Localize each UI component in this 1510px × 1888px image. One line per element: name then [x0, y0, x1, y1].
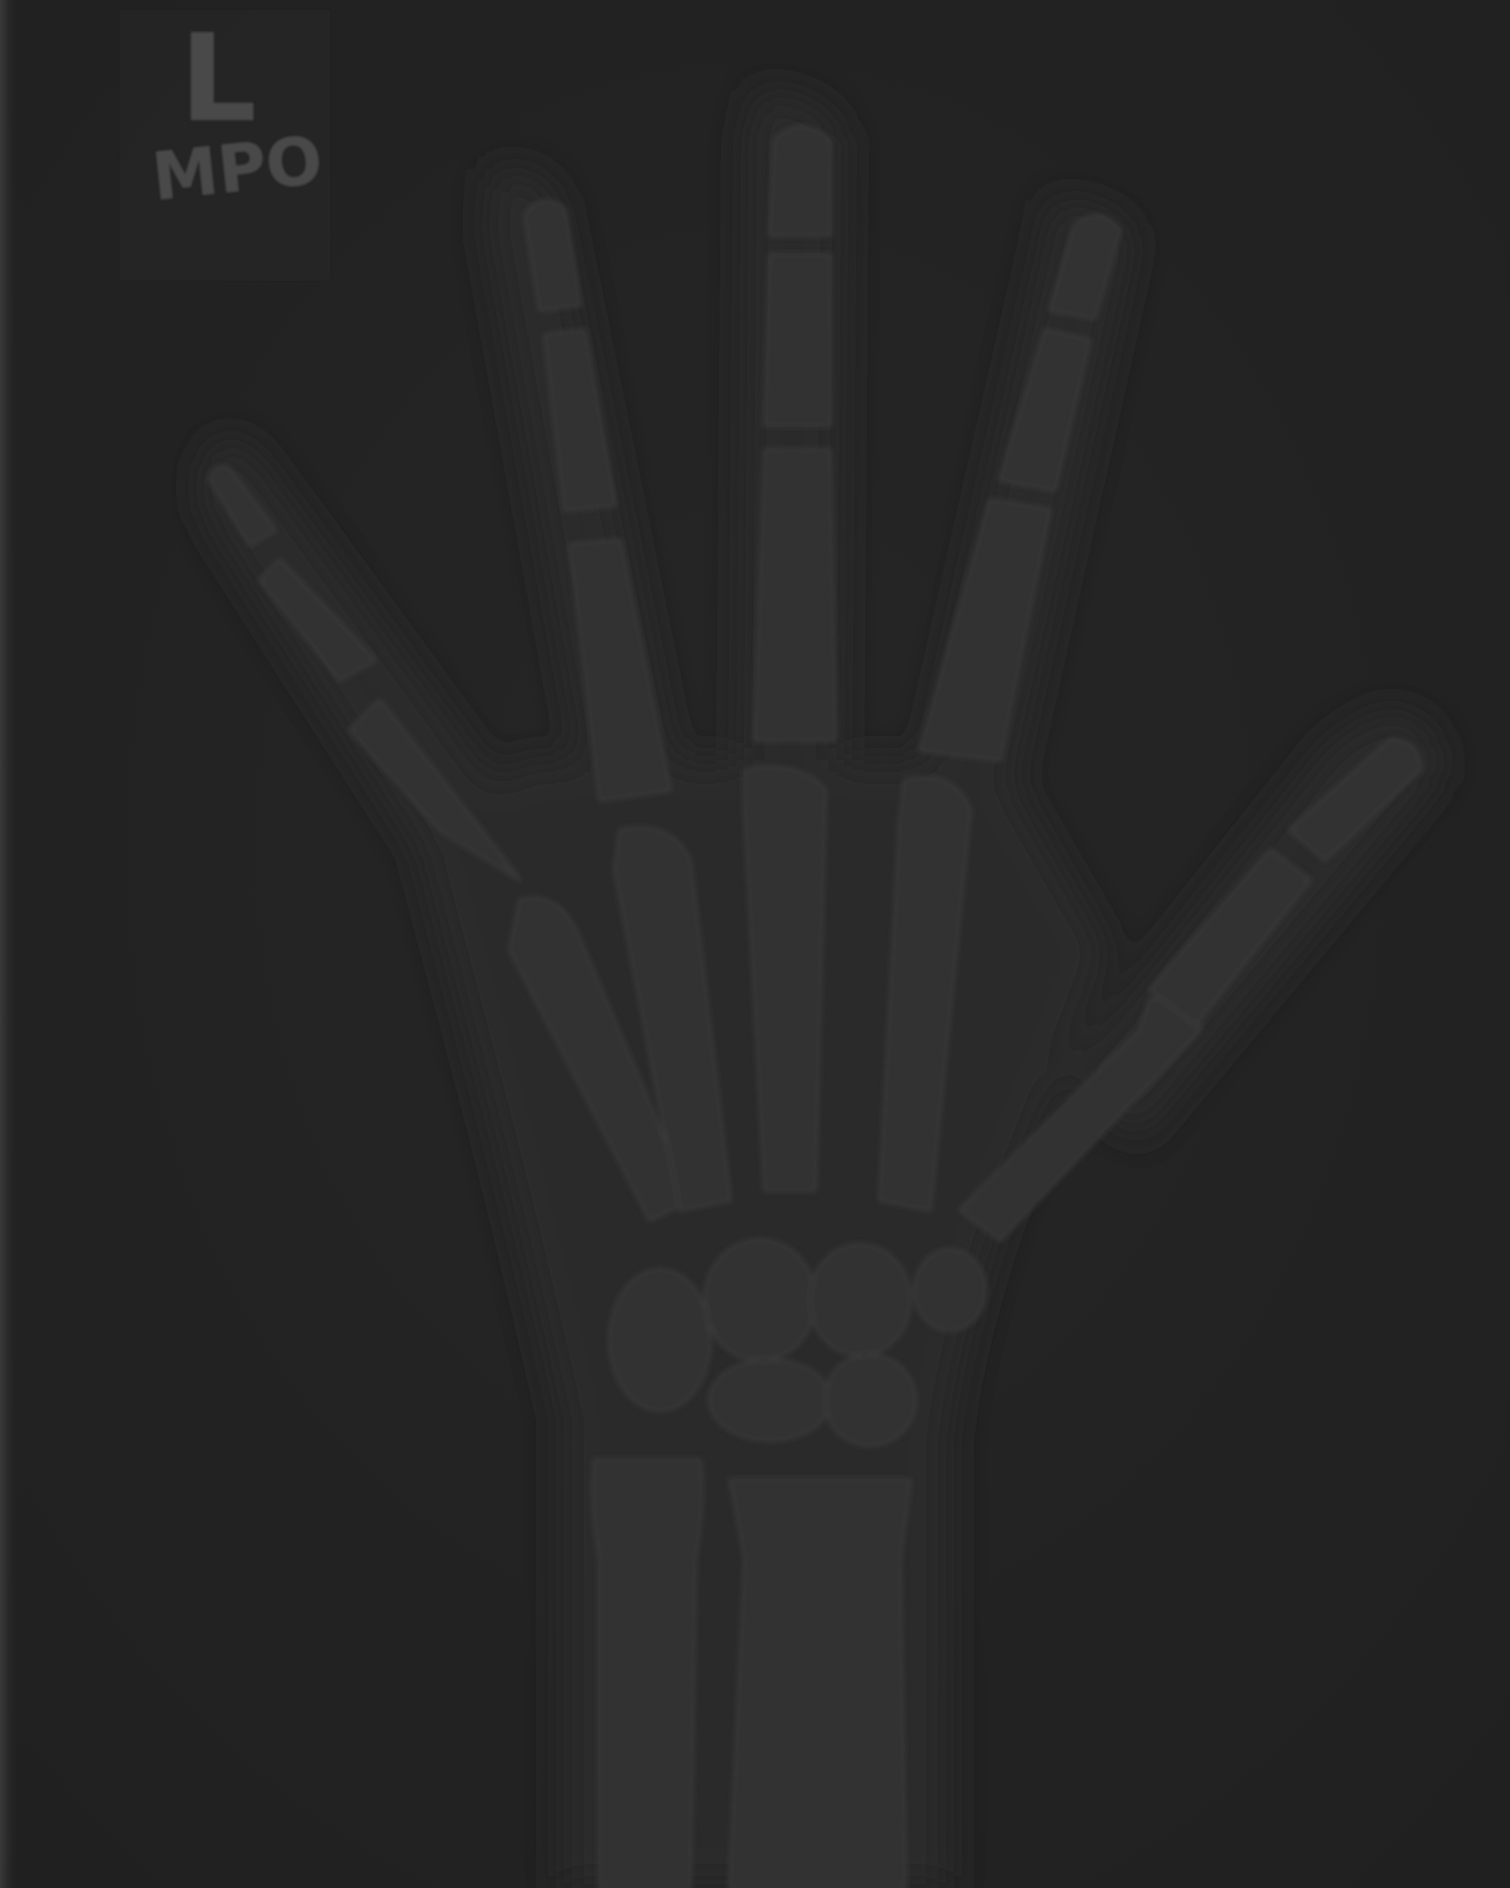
phalanx	[753, 448, 837, 742]
radiograph-viewer: L MPO	[0, 0, 1510, 1888]
carpal-bone	[913, 1248, 987, 1332]
radius-bone	[728, 1478, 912, 1888]
phalanx	[768, 126, 832, 237]
carpal-bone	[703, 1238, 817, 1362]
ulna-bone	[591, 1458, 704, 1888]
phalanx	[763, 253, 832, 427]
hand-xray-image: L MPO	[0, 0, 1510, 1888]
carpal-bone	[808, 1243, 912, 1357]
carpal-bone	[608, 1268, 712, 1412]
carpal-bone	[823, 1353, 917, 1447]
side-marker-letter: L	[180, 10, 256, 149]
film-left-edge	[0, 0, 18, 1888]
carpal-bone	[708, 1358, 832, 1442]
side-marker: L MPO	[120, 10, 330, 280]
